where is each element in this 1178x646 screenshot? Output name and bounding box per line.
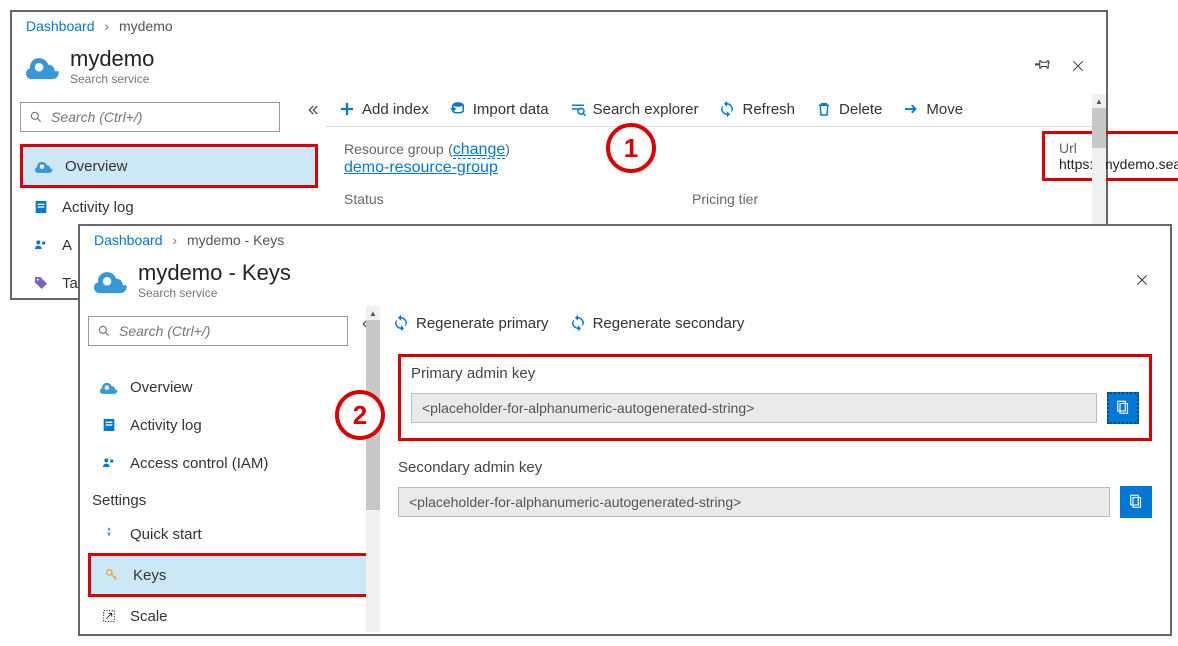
- callout-1: 1: [606, 123, 656, 173]
- sidebar-search[interactable]: [20, 102, 280, 132]
- search-explorer-icon: [569, 100, 587, 118]
- copy-primary-button[interactable]: [1107, 392, 1139, 424]
- settings-heading: Settings: [88, 482, 372, 515]
- sidebar-item-activity-log[interactable]: Activity log: [20, 188, 318, 226]
- breadcrumb-current: mydemo: [119, 18, 173, 34]
- toolbar: Regenerate primary Regenerate secondary: [380, 306, 1170, 340]
- page-title: mydemo - Keys: [138, 260, 291, 286]
- tag-icon: [32, 274, 50, 292]
- sidebar-item-label: Keys: [133, 567, 166, 584]
- sidebar-item-activity-log[interactable]: Activity log: [88, 406, 372, 444]
- refresh-button[interactable]: Refresh: [718, 100, 795, 118]
- secondary-key-value[interactable]: <placeholder-for-alphanumeric-autogenera…: [398, 487, 1110, 517]
- copy-icon: [1114, 399, 1132, 417]
- sidebar-search[interactable]: [88, 316, 348, 346]
- breadcrumb: Dashboard › mydemo: [12, 12, 1106, 40]
- log-icon: [100, 416, 118, 434]
- url-value: https://mydemo.search.windows.net: [1059, 156, 1178, 172]
- refresh-icon: [569, 314, 587, 332]
- sidebar-item-label: A: [62, 237, 72, 254]
- sidebar-item-label: Scale: [130, 608, 168, 625]
- breadcrumb-root[interactable]: Dashboard: [94, 232, 163, 248]
- pin-button[interactable]: [1030, 52, 1058, 80]
- sidebar-scrollbar[interactable]: ▲: [366, 306, 380, 632]
- breadcrumb: Dashboard › mydemo - Keys: [80, 226, 1170, 254]
- arrow-right-icon: [902, 100, 920, 118]
- primary-key-value[interactable]: <placeholder-for-alphanumeric-autogenera…: [411, 393, 1097, 423]
- resource-group-label: Resource group: [344, 141, 444, 157]
- pricing-tier-label: Pricing tier: [692, 191, 758, 207]
- move-button[interactable]: Move: [902, 100, 963, 118]
- callout-2: 2: [335, 390, 385, 440]
- breadcrumb-current: mydemo - Keys: [187, 232, 284, 248]
- search-input[interactable]: [117, 322, 339, 340]
- sidebar-item-iam[interactable]: Access control (IAM): [88, 444, 372, 482]
- copy-icon: [1127, 493, 1145, 511]
- primary-key-label: Primary admin key: [411, 365, 1139, 382]
- sidebar-item-quickstart[interactable]: Quick start: [88, 515, 372, 553]
- search-icon: [29, 110, 43, 124]
- people-icon: [32, 236, 50, 254]
- change-link[interactable]: change: [453, 141, 506, 159]
- url-label: Url: [1059, 140, 1178, 156]
- secondary-key-section: Secondary admin key <placeholder-for-alp…: [398, 459, 1152, 518]
- page-subtitle: Search service: [70, 72, 154, 86]
- sidebar-item-overview[interactable]: Overview: [88, 368, 372, 406]
- quickstart-icon: [100, 525, 118, 543]
- delete-button[interactable]: Delete: [815, 100, 882, 118]
- sidebar-item-label: Quick start: [130, 526, 202, 543]
- cloud-icon: [35, 157, 53, 175]
- page-title: mydemo: [70, 46, 154, 72]
- search-explorer-button[interactable]: Search explorer: [569, 100, 699, 118]
- sidebar-item-label: Activity log: [62, 199, 134, 216]
- sidebar-item-label: Ta: [62, 275, 78, 292]
- add-index-button[interactable]: Add index: [338, 100, 429, 118]
- secondary-key-label: Secondary admin key: [398, 459, 1152, 476]
- sidebar-item-keys[interactable]: Keys: [88, 553, 372, 597]
- import-icon: [449, 100, 467, 118]
- primary-key-section: Primary admin key <placeholder-for-alpha…: [398, 354, 1152, 441]
- sidebar-item-label: Activity log: [130, 417, 202, 434]
- copy-secondary-button[interactable]: [1120, 486, 1152, 518]
- search-service-icon: [94, 263, 128, 297]
- search-icon: [97, 324, 111, 338]
- plus-icon: [338, 100, 356, 118]
- url-box: Url https://mydemo.search.windows.net: [1042, 131, 1178, 181]
- key-icon: [103, 566, 121, 584]
- cloud-icon: [100, 378, 118, 396]
- page-subtitle: Search service: [138, 286, 291, 300]
- refresh-icon: [718, 100, 736, 118]
- log-icon: [32, 198, 50, 216]
- breadcrumb-root[interactable]: Dashboard: [26, 18, 95, 34]
- sidebar-item-overview[interactable]: Overview: [20, 144, 318, 188]
- sidebar-item-label: Overview: [130, 379, 193, 396]
- regenerate-secondary-button[interactable]: Regenerate secondary: [569, 314, 745, 332]
- sidebar-item-label: Access control (IAM): [130, 455, 268, 472]
- scale-icon: [100, 607, 118, 625]
- sidebar-item-scale[interactable]: Scale: [88, 597, 372, 635]
- import-data-button[interactable]: Import data: [449, 100, 549, 118]
- toolbar: Add index Import data Search explorer Re…: [326, 92, 1106, 127]
- sidebar-item-label: Overview: [65, 158, 128, 175]
- search-service-icon: [26, 49, 60, 83]
- collapse-sidebar-button[interactable]: [304, 102, 320, 123]
- search-input[interactable]: [49, 108, 271, 126]
- trash-icon: [815, 100, 833, 118]
- resource-group-link[interactable]: demo-resource-group: [344, 159, 498, 176]
- people-icon: [100, 454, 118, 472]
- status-label: Status: [344, 191, 384, 207]
- refresh-icon: [392, 314, 410, 332]
- close-button[interactable]: [1064, 52, 1092, 80]
- regenerate-primary-button[interactable]: Regenerate primary: [392, 314, 549, 332]
- close-button[interactable]: [1128, 266, 1156, 294]
